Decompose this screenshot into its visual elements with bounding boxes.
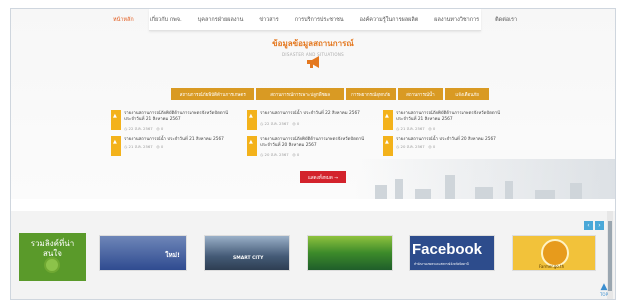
banner-text: SMART CITY [233, 256, 264, 261]
warning-icon [247, 136, 257, 156]
megaphone-icon [307, 56, 319, 68]
news-date: 21 ส.ค. 2567 [400, 126, 425, 131]
situation-tabs: สถานการณ์ภัยพิบัติด้านการเกษตร สถานการณ์… [171, 88, 489, 100]
tab-disaster[interactable]: สถานการณ์ภัยพิบัติด้านการเกษตร [171, 88, 255, 100]
news-date: 22 ส.ค. 2567 [264, 121, 289, 126]
warning-icon [383, 110, 393, 130]
news-meta: ◷ 22 ส.ค. 2567 ◎ 0 [124, 126, 164, 131]
chevron-left-icon[interactable]: ‹ [584, 221, 593, 230]
nav-item-services[interactable]: การบริการประชาชน [295, 16, 344, 24]
section-title: ข้อมูลข้อมูลสถานการณ์ [272, 39, 354, 48]
banner-link-farmer[interactable]: Farmer.go.th [512, 235, 596, 271]
banner-link-facebook[interactable]: Facebook สำนักงานเกษตรและสหกรณ์จังหวัดปั… [409, 235, 495, 271]
background-skyline [355, 159, 615, 199]
warning-icon [111, 136, 121, 156]
facebook-subtitle: สำนักงานเกษตรและสหกรณ์จังหวัดปัตตานี [414, 262, 469, 266]
news-title[interactable]: รายงานสถานการณ์น้ำ ประจำวันที่ 21 สิงหาค… [124, 137, 236, 143]
nav-item-contact[interactable]: ติดต่อเรา [495, 16, 517, 24]
links-label: รวมลิงค์ที่น่า สนใจ [19, 233, 86, 281]
news-date: 20 ส.ค. 2567 [400, 144, 425, 149]
news-item[interactable]: รายงานสถานการณ์น้ำ ประจำวันที่ 22 สิงหาค… [247, 110, 372, 134]
news-views: 0 [432, 126, 436, 131]
news-title[interactable]: รายงานสถานการณ์ภัยพิบัติด้านการเกษตรจังห… [396, 111, 508, 122]
news-views: 0 [296, 121, 300, 126]
news-title[interactable]: รายงานสถานการณ์น้ำ ประจำวันที่ 22 สิงหาค… [260, 111, 372, 117]
news-item[interactable]: รายงานสถานการณ์ภัยพิบัติด้านการเกษตรจังห… [111, 110, 236, 134]
news-views: 0 [160, 144, 164, 149]
nav-item-about[interactable]: เกี่ยวกับ กพจ. [150, 16, 182, 24]
nav-item-academic[interactable]: ผลงานทางวิชาการ [434, 16, 479, 24]
news-meta: ◷ 20 ส.ค. 2567 ◎ 0 [396, 144, 436, 149]
nav-item-news[interactable]: ข่าวสาร [259, 16, 278, 24]
news-views: 0 [432, 144, 436, 149]
news-views: 0 [296, 152, 300, 157]
banner-text: ใหม่! [165, 251, 180, 259]
news-date: 22 ส.ค. 2567 [128, 126, 153, 131]
nav-item-home[interactable]: หน้าหลัก [113, 16, 134, 24]
section-divider [11, 199, 615, 211]
nav-item-staff[interactable]: บุคลากรฝ่ายผลงาน [198, 16, 244, 24]
links-label-line1: รวมลิงค์ที่น่า [30, 239, 75, 248]
news-item[interactable]: รายงานสถานการณ์ภัยพิบัติด้านการเกษตรจังห… [247, 136, 372, 160]
show-all-button[interactable]: แสดงทั้งหมด → [300, 171, 346, 183]
tab-flood-forecast[interactable]: การพยากรณ์อุทกภัย [345, 88, 396, 100]
arrow-up-icon: ▲ [600, 282, 608, 292]
tab-alert[interactable]: แจ้งเตือนภัย [445, 88, 489, 100]
news-item[interactable]: รายงานสถานการณ์ภัยพิบัติด้านการเกษตรจังห… [383, 110, 508, 134]
page-frame: หน้าหลัก เกี่ยวกับ กพจ. บุคลากรฝ่ายผลงาน… [10, 8, 616, 300]
news-item[interactable]: รายงานสถานการณ์น้ำ ประจำวันที่ 21 สิงหาค… [111, 136, 236, 160]
warning-icon [383, 136, 393, 156]
news-views: 0 [160, 126, 164, 131]
seal-logo [541, 239, 569, 267]
tab-planting[interactable]: สถานการณ์การเพาะปลูกพืชผล [256, 88, 344, 100]
tab-water[interactable]: สถานการณ์น้ำ [397, 88, 444, 100]
news-title[interactable]: รายงานสถานการณ์น้ำ ประจำวันที่ 20 สิงหาค… [396, 137, 508, 143]
news-meta: ◷ 22 ส.ค. 2567 ◎ 0 [260, 121, 300, 126]
scrollbar-thumb[interactable] [608, 221, 612, 291]
news-item[interactable]: รายงานสถานการณ์น้ำ ประจำวันที่ 20 สิงหาค… [383, 136, 508, 160]
globe-icon [44, 257, 60, 273]
main-nav: หน้าหลัก เกี่ยวกับ กพจ. บุคลากรฝ่ายผลงาน… [113, 9, 517, 31]
warning-icon [111, 110, 121, 130]
banner-link-3[interactable] [307, 235, 393, 271]
section-header: ข้อมูลข้อมูลสถานการณ์ DISASTER AND SITUA… [11, 37, 615, 57]
news-date: 21 ส.ค. 2567 [128, 144, 153, 149]
warning-icon [247, 110, 257, 130]
banner-link-smart-city[interactable]: SMART CITY [204, 235, 290, 271]
nav-item-knowledge[interactable]: องค์ความรู้ในการผลผลิต [360, 16, 419, 24]
top-label: TOP [599, 292, 608, 297]
news-title[interactable]: รายงานสถานการณ์ภัยพิบัติด้านการเกษตรจังห… [124, 111, 236, 122]
banner-text: Farmer.go.th [539, 264, 565, 269]
situation-section: หน้าหลัก เกี่ยวกับ กพจ. บุคลากรฝ่ายผลงาน… [11, 9, 615, 199]
news-meta: ◷ 21 ส.ค. 2567 ◎ 0 [124, 144, 164, 149]
news-meta: ◷ 20 ส.ค. 2567 ◎ 0 [260, 152, 300, 157]
facebook-title: Facebook [412, 241, 483, 258]
news-meta: ◷ 21 ส.ค. 2567 ◎ 0 [396, 126, 436, 131]
back-to-top-button[interactable]: ▲ TOP [596, 283, 612, 300]
news-date: 20 ส.ค. 2567 [264, 152, 289, 157]
banner-link-1[interactable]: ใหม่! [99, 235, 187, 271]
chevron-right-icon[interactable]: › [595, 221, 604, 230]
news-title[interactable]: รายงานสถานการณ์ภัยพิบัติด้านการเกษตรจังห… [260, 137, 372, 148]
